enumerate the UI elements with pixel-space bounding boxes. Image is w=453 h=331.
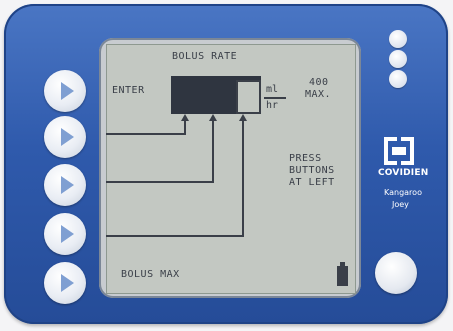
product-name-line2: Joey <box>392 200 409 209</box>
indicator-dot-icon <box>389 70 407 88</box>
covidien-logo-icon <box>384 137 414 165</box>
power-button[interactable] <box>375 252 417 294</box>
arrow-1-icon <box>181 114 189 121</box>
arrow-3-icon <box>239 114 247 121</box>
indicator-dot-icon <box>389 30 407 48</box>
connector-1 <box>106 118 186 135</box>
arrowheads <box>181 114 247 121</box>
indicator-dot-icon <box>389 50 407 68</box>
connector-paths <box>106 118 244 237</box>
brand-name: COVIDIEN <box>378 168 429 178</box>
arrow-2-icon <box>209 114 217 121</box>
connector-3 <box>106 118 244 237</box>
product-name-line1: Kangaroo <box>384 188 422 197</box>
connector-2 <box>106 118 214 183</box>
battery-icon <box>337 262 348 286</box>
